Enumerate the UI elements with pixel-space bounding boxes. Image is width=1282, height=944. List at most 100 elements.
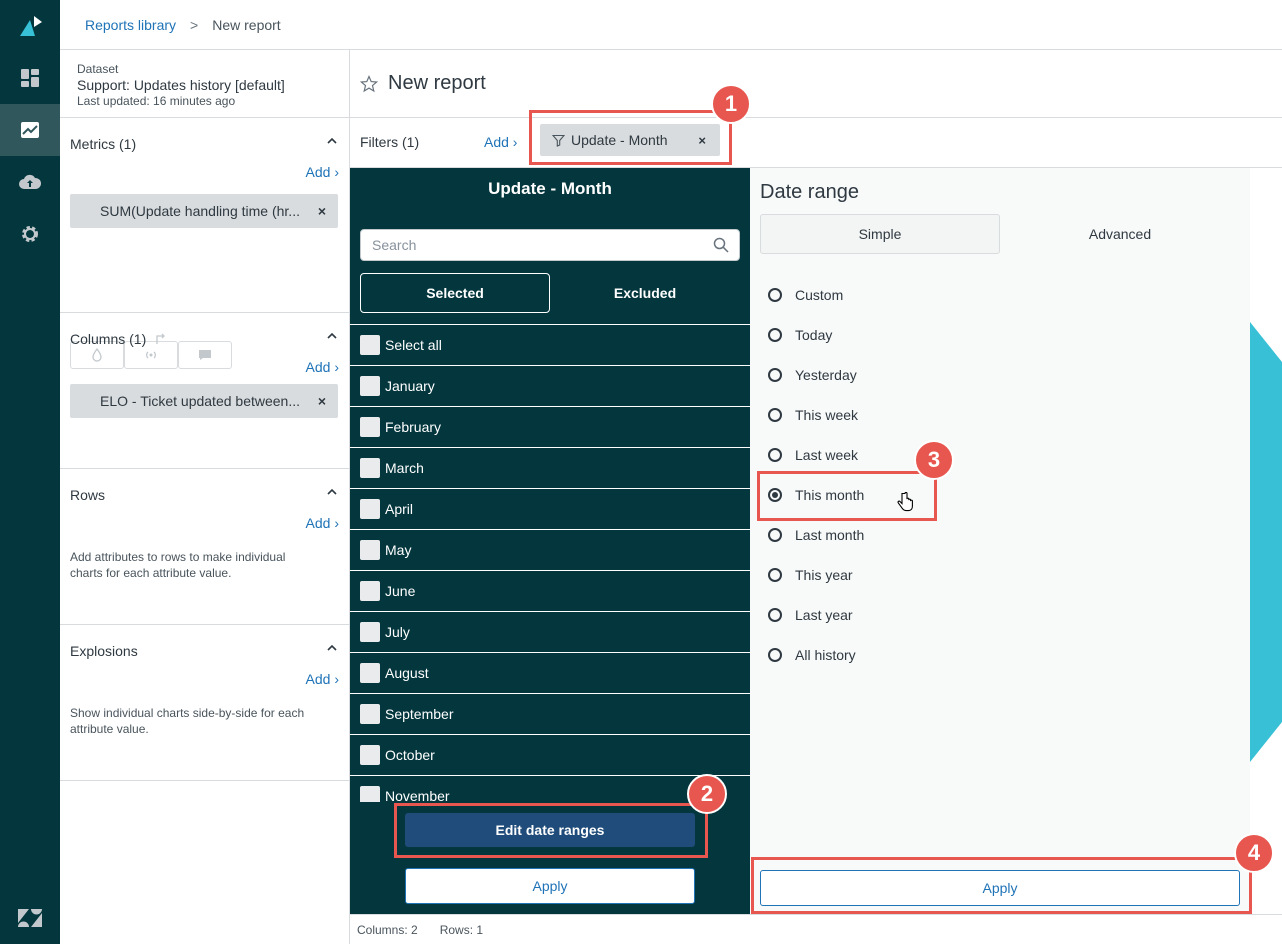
rows-hint: Add attributes to rows to make individua… (70, 550, 286, 580)
checkbox[interactable] (360, 417, 380, 437)
settings-icon[interactable] (0, 208, 60, 260)
nav-rail (0, 0, 60, 944)
columns-add-link[interactable]: Add › (306, 359, 339, 375)
star-icon[interactable] (360, 74, 378, 93)
date-option[interactable]: This week (768, 405, 858, 425)
dataset-name[interactable]: Support: Updates history [default] (77, 77, 349, 93)
radio-button[interactable] (768, 448, 782, 462)
select-all-row[interactable]: Select all (350, 324, 750, 365)
reports-icon[interactable] (0, 104, 60, 156)
date-option[interactable]: Custom (768, 285, 843, 305)
checkbox[interactable] (360, 581, 380, 601)
date-option[interactable]: Today (768, 325, 832, 345)
explosions-add-label: Add (305, 671, 331, 687)
columns-add-label: Add (305, 359, 331, 375)
logo-icon[interactable] (0, 0, 60, 52)
swap-icon[interactable] (154, 332, 168, 346)
tab-excluded[interactable]: Excluded (550, 273, 740, 313)
list-item[interactable]: January (350, 365, 750, 406)
list-item-label: May (385, 542, 412, 558)
rows-add-link[interactable]: Add › (306, 515, 339, 531)
column-pill[interactable]: ELO - Ticket updated between... × (70, 384, 338, 418)
checkbox[interactable] (360, 458, 380, 478)
list-item-label: August (385, 665, 429, 681)
date-option[interactable]: Yesterday (768, 365, 857, 385)
list-item-label: February (385, 419, 442, 435)
explosions-add-link[interactable]: Add › (306, 671, 339, 687)
filters-add-link[interactable]: Add › (484, 134, 517, 150)
metrics-add-link[interactable]: Add › (306, 164, 339, 180)
tab-selected[interactable]: Selected (360, 273, 550, 313)
zendesk-icon[interactable] (0, 892, 60, 944)
date-option-label: This year (795, 567, 853, 583)
checkbox[interactable] (360, 335, 380, 355)
list-item[interactable]: August (350, 652, 750, 693)
callout-box-3 (757, 471, 937, 521)
list-item[interactable]: July (350, 611, 750, 652)
list-item[interactable]: February (350, 406, 750, 447)
radio-button[interactable] (768, 368, 782, 382)
column-pill-label: ELO - Ticket updated between... (100, 393, 301, 409)
list-item[interactable]: September (350, 693, 750, 734)
remove-metric-button[interactable]: × (318, 203, 326, 219)
callout-badge-4: 4 (1234, 833, 1274, 873)
checkbox[interactable] (360, 663, 380, 683)
list-item[interactable]: October (350, 734, 750, 775)
checkbox[interactable] (360, 499, 380, 519)
radio-button[interactable] (768, 528, 782, 542)
radio-button[interactable] (768, 568, 782, 582)
tab-simple[interactable]: Simple (760, 214, 1000, 254)
checkbox[interactable] (360, 540, 380, 560)
checkbox[interactable] (360, 786, 380, 802)
checkbox[interactable] (360, 704, 380, 724)
list-item[interactable]: March (350, 447, 750, 488)
date-option[interactable]: Last week (768, 445, 858, 465)
radio-button[interactable] (768, 608, 782, 622)
breadcrumb-current: New report (212, 16, 281, 33)
date-option-label: Today (795, 327, 833, 343)
collapse-icon[interactable] (327, 487, 337, 497)
callout-box-2 (394, 803, 708, 858)
checkbox[interactable] (360, 376, 380, 396)
report-title[interactable]: New report (388, 72, 486, 95)
metric-pill-label: SUM(Update handling time (hr... (100, 203, 300, 219)
dashboard-icon[interactable] (0, 52, 60, 104)
collapse-icon[interactable] (327, 331, 337, 341)
month-list: Select all January February March April May Ju… (350, 324, 750, 802)
radio-button[interactable] (768, 328, 782, 342)
columns-section: Columns (1) Add › ELO - Ticket updated b… (60, 313, 349, 469)
list-item-label: October (385, 747, 435, 763)
remove-column-button[interactable]: × (318, 393, 326, 409)
collapse-icon[interactable] (327, 136, 337, 146)
metric-pill[interactable]: SUM(Update handling time (hr... × (70, 194, 338, 228)
checkbox[interactable] (360, 745, 380, 765)
list-item[interactable]: May (350, 529, 750, 570)
date-option-label: All history (795, 647, 856, 663)
upload-icon[interactable] (0, 156, 60, 208)
list-item[interactable]: June (350, 570, 750, 611)
list-item[interactable]: April (350, 488, 750, 529)
breadcrumb-reports-library[interactable]: Reports library (85, 17, 176, 33)
radio-button[interactable] (768, 408, 782, 422)
date-option[interactable]: Last month (768, 525, 864, 545)
apply-filter-button[interactable]: Apply (405, 868, 695, 904)
metrics-section: Metrics (1) Add › SUM(Update handling ti… (60, 118, 349, 369)
date-option[interactable]: All history (768, 645, 856, 665)
callout-badge-2: 2 (687, 774, 727, 814)
collapse-icon[interactable] (327, 643, 337, 653)
report-config-panel: Dataset Support: Updates history [defaul… (60, 50, 350, 944)
tab-advanced[interactable]: Advanced (1000, 214, 1240, 254)
status-bar: Columns: 2 Rows: 1 (350, 914, 1282, 944)
dataset-updated: Last updated: 16 minutes ago (77, 94, 236, 108)
date-option[interactable]: Last year (768, 605, 853, 625)
explosions-hint: Show individual charts side-by-side for … (70, 706, 305, 736)
radio-button[interactable] (768, 288, 782, 302)
date-option[interactable]: This year (768, 565, 853, 585)
status-columns: Columns: 2 (357, 922, 418, 937)
checkbox[interactable] (360, 622, 380, 642)
search-input[interactable] (361, 230, 691, 260)
list-item-label: July (385, 624, 410, 640)
filters-label: Filters (1) (360, 134, 420, 150)
radio-button[interactable] (768, 648, 782, 662)
list-item-label: June (385, 583, 416, 599)
